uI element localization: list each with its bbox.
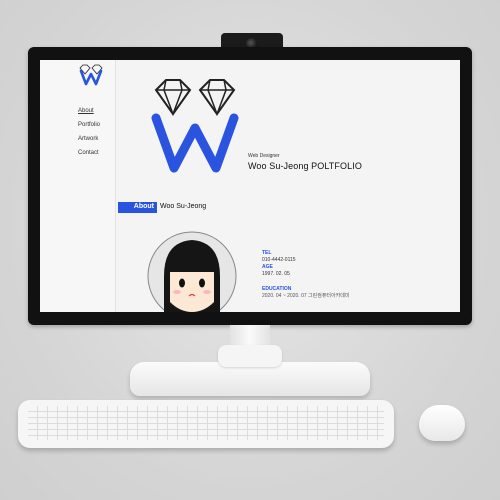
age-value: 1997. 02. 05 — [262, 271, 290, 277]
sidebar-item-about[interactable]: About — [78, 104, 118, 118]
hero-w-logo-icon — [151, 79, 239, 173]
mouse — [419, 405, 465, 441]
sidebar-item-contact[interactable]: Contact — [78, 146, 118, 160]
sidebar: About Portfolio Artwork Contact — [40, 60, 116, 312]
sidebar-item-portfolio[interactable]: Portfolio — [78, 118, 118, 132]
keyboard-keys — [28, 406, 384, 440]
profile-info: TEL 010-4442-0115 AGE 1997. 02. 05 EDUCA… — [262, 250, 452, 300]
tel-label: TEL — [262, 250, 272, 256]
about-heading: About — [133, 203, 154, 210]
about-section-heading-bar: About — [118, 202, 157, 213]
hero-title: Woo Su-Jeong POLTFOLIO — [248, 161, 362, 171]
tel-value: 010-4442-0115 — [262, 257, 296, 263]
age-label: AGE — [262, 264, 273, 270]
hero-subtitle: Web Designer — [248, 153, 280, 159]
avatar — [147, 231, 237, 312]
website-screen: About Portfolio Artwork Contact Web Desi… — [40, 60, 460, 312]
education-value: 2020. 04 ~ 2020. 07 그린컴퓨터아카데미 — [262, 293, 350, 299]
keyboard — [18, 400, 394, 448]
education-label: EDUCATION — [262, 286, 292, 292]
monitor-stand-base — [130, 362, 370, 396]
monitor-stand-hinge — [218, 345, 282, 367]
diamond-w-logo-icon[interactable] — [78, 64, 104, 86]
about-name: Woo Su-Jeong — [160, 203, 207, 210]
sidebar-nav: About Portfolio Artwork Contact — [78, 104, 118, 160]
sidebar-item-artwork[interactable]: Artwork — [78, 132, 118, 146]
